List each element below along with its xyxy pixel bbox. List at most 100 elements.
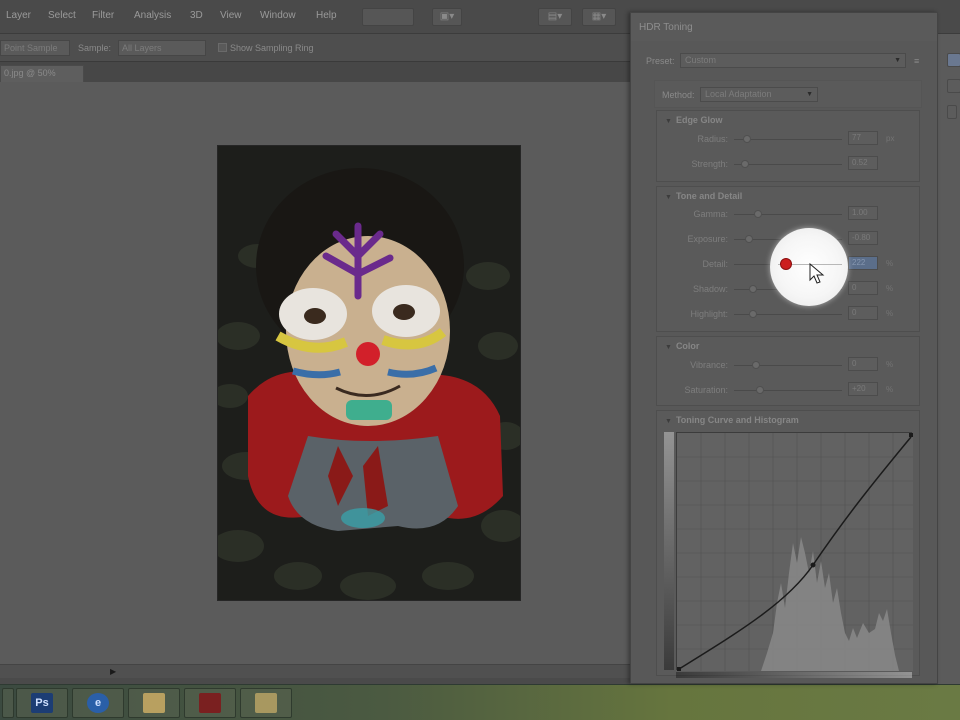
- explorer-icon: [255, 693, 277, 713]
- vibrance-value-field[interactable]: 0: [848, 357, 878, 371]
- menu-filter[interactable]: Filter: [92, 10, 114, 21]
- strength-slider-knob[interactable]: [740, 160, 749, 168]
- photoshop-icon: Ps: [31, 693, 53, 713]
- collapse-triangle-icon[interactable]: ▼: [665, 194, 672, 201]
- shadow-unit: %: [886, 284, 894, 293]
- tone-detail-title-text: Tone and Detail: [675, 191, 743, 201]
- menu-window[interactable]: Window: [260, 10, 296, 21]
- saturation-slider-knob[interactable]: [755, 386, 764, 394]
- highlight-label: Highlight:: [690, 309, 728, 319]
- edge-glow-title: ▼ Edge Glow: [665, 115, 722, 125]
- method-value: Local Adaptation: [705, 89, 772, 99]
- show-sampling-ring-label: Show Sampling Ring: [230, 43, 314, 53]
- gamma-value-field[interactable]: 1.00: [848, 206, 878, 220]
- strength-slider-track[interactable]: [734, 164, 842, 165]
- ok-button[interactable]: [947, 53, 960, 67]
- detail-unit: %: [886, 259, 894, 268]
- screen: Layer Select Filter Analysis 3D View Win…: [0, 0, 960, 720]
- tone-detail-title: ▼ Tone and Detail: [665, 191, 742, 201]
- horizontal-scrollbar[interactable]: ▶: [0, 664, 630, 678]
- taskbar-photoshop[interactable]: Ps: [16, 688, 68, 718]
- curve-svg: [677, 433, 913, 671]
- collapse-triangle-icon[interactable]: ▼: [665, 418, 672, 425]
- strength-value-field[interactable]: 0.52: [848, 156, 878, 170]
- dialog-title: HDR Toning: [631, 13, 937, 41]
- folder-icon: [143, 693, 165, 713]
- taskbar-folder[interactable]: [128, 688, 180, 718]
- preset-label: Preset:: [646, 56, 675, 66]
- arrange-buttons[interactable]: [362, 8, 414, 26]
- gamma-slider-track[interactable]: [734, 214, 842, 215]
- shadow-value-field[interactable]: 0: [848, 281, 878, 295]
- arrange-documents-icon[interactable]: ▤▾: [538, 8, 572, 26]
- menu-select[interactable]: Select: [48, 10, 76, 21]
- document-tab[interactable]: 0.jpg @ 50% (RGB/8*) ×: [0, 65, 84, 93]
- toning-curve-title: ▼ Toning Curve and Histogram: [665, 415, 799, 425]
- mouse-pointer-icon: [809, 262, 825, 284]
- curve-vertical-gradient: [664, 432, 674, 670]
- windows-taskbar: Ps e: [0, 684, 960, 720]
- photo-illustration: [218, 146, 520, 600]
- chevron-down-icon: ▼: [806, 91, 813, 98]
- exposure-value-field[interactable]: -0.80: [848, 231, 878, 245]
- edge-glow-group: ▼ Edge Glow: [656, 110, 920, 182]
- saturation-value-field[interactable]: +20: [848, 382, 878, 396]
- chevron-down-icon: ▼: [894, 57, 901, 64]
- saturation-unit: %: [886, 385, 894, 394]
- highlight-unit: %: [886, 309, 894, 318]
- sample-select[interactable]: All Layers: [118, 40, 206, 56]
- detail-label: Detail:: [702, 259, 728, 269]
- edge-glow-title-text: Edge Glow: [675, 115, 723, 125]
- collapse-triangle-icon[interactable]: ▼: [665, 118, 672, 125]
- color-group: ▼ Color: [656, 336, 920, 406]
- preset-options-icon[interactable]: ≡: [914, 56, 919, 66]
- cancel-button[interactable]: [947, 79, 960, 93]
- saturation-slider-track[interactable]: [734, 390, 842, 391]
- show-sampling-ring-checkbox[interactable]: [218, 43, 227, 52]
- menu-analysis[interactable]: Analysis: [134, 10, 171, 21]
- method-label: Method:: [662, 90, 695, 100]
- radius-slider-knob[interactable]: [742, 135, 751, 143]
- vibrance-unit: %: [886, 360, 894, 369]
- taskbar-media[interactable]: [184, 688, 236, 718]
- menu-layer[interactable]: Layer: [6, 10, 31, 21]
- highlight-value-field[interactable]: 0: [848, 306, 878, 320]
- preview-checkbox[interactable]: [947, 105, 957, 119]
- sample-label: Sample:: [78, 43, 112, 53]
- screen-mode-menu-icon[interactable]: ▦▾: [582, 8, 616, 26]
- method-select[interactable]: Local Adaptation ▼: [700, 87, 818, 102]
- detail-value-field[interactable]: 222: [848, 256, 878, 270]
- saturation-label: Saturation:: [684, 385, 728, 395]
- curve-horizontal-gradient: [676, 672, 912, 678]
- preset-select[interactable]: Custom ▼: [680, 53, 906, 68]
- shadow-label: Shadow:: [692, 284, 728, 294]
- media-icon: [199, 693, 221, 713]
- vibrance-slider-knob[interactable]: [751, 361, 760, 369]
- toning-curve-graph[interactable]: [676, 432, 913, 671]
- screen-mode-icon[interactable]: ▣▾: [432, 8, 462, 26]
- toning-curve-title-text: Toning Curve and Histogram: [675, 415, 799, 425]
- color-title-text: Color: [675, 341, 700, 351]
- vibrance-label: Vibrance:: [690, 360, 728, 370]
- gamma-label: Gamma:: [693, 209, 728, 219]
- radius-unit: px: [886, 134, 895, 143]
- taskbar-browser[interactable]: e: [72, 688, 124, 718]
- menu-view[interactable]: View: [220, 10, 242, 21]
- radius-label: Radius:: [697, 134, 728, 144]
- scroll-left-arrow-icon[interactable]: ▶: [110, 667, 116, 676]
- exposure-label: Exposure:: [687, 234, 728, 244]
- vibrance-slider-track[interactable]: [734, 365, 842, 366]
- strength-label: Strength:: [691, 159, 728, 169]
- collapse-triangle-icon[interactable]: ▼: [665, 344, 672, 351]
- gamma-slider-knob[interactable]: [753, 210, 762, 218]
- taskbar-explorer[interactable]: [240, 688, 292, 718]
- browser-icon: e: [87, 693, 109, 713]
- document-tabs: 0.jpg @ 50% (RGB/8*) ×: [0, 62, 630, 93]
- options-bar: Point Sample Sample: All Layers Show Sam…: [0, 34, 630, 62]
- menu-help[interactable]: Help: [316, 10, 337, 21]
- menu-3d[interactable]: 3D: [190, 10, 203, 21]
- sample-size-select[interactable]: Point Sample: [0, 40, 70, 56]
- radius-value-field[interactable]: 77: [848, 131, 878, 145]
- detail-slider-knob[interactable]: [779, 258, 792, 270]
- photo-child-clown-face: [218, 146, 520, 600]
